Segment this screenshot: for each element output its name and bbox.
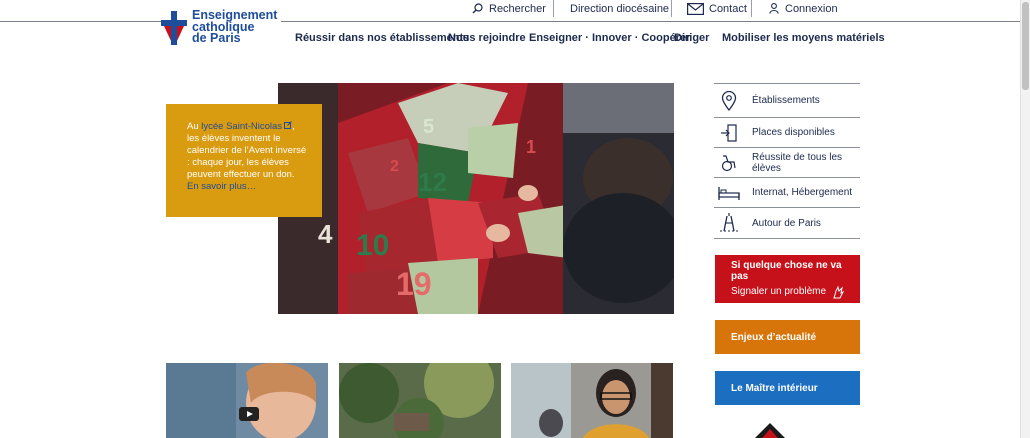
svg-text:10: 10 (356, 229, 389, 262)
topbar-separator (671, 0, 672, 17)
report-subline: Signaler un problème (731, 285, 860, 299)
sidebar-item-reussite[interactable]: Réussite de tous les élèves (714, 147, 860, 177)
sidebar-item-internat[interactable]: Internat, Hébergement (714, 177, 860, 207)
header-divider (0, 21, 1020, 22)
login-link[interactable]: Connexion (769, 0, 838, 17)
envelope-icon (687, 2, 704, 15)
report-title: Si quelque chose ne va pas (731, 259, 842, 282)
topbar-separator (553, 0, 554, 17)
login-label: Connexion (785, 2, 838, 15)
nav-item-mobiliser[interactable]: Mobiliser les moyens matériels (722, 32, 885, 44)
contact-link[interactable]: Contact (687, 0, 747, 17)
news-card-2[interactable] (339, 363, 501, 438)
svg-text:4: 4 (318, 219, 333, 249)
sidebar-item-label: Places disponibles (752, 127, 835, 138)
external-link-icon (284, 121, 292, 129)
advent-calendar-photo: 5 2 12 4 10 19 1 (278, 83, 674, 314)
svg-text:5: 5 (423, 116, 434, 138)
nav-item-reussir[interactable]: Réussir dans nos établissements (295, 32, 469, 44)
scrollbar[interactable] (1020, 0, 1030, 438)
scrollbar-thumb[interactable] (1022, 2, 1029, 90)
quick-links: Établissements Places disponibles Réussi… (714, 83, 860, 239)
hero-image[interactable]: 5 2 12 4 10 19 1 (278, 83, 674, 314)
logo-cross-icon (161, 11, 187, 45)
play-video-icon[interactable] (239, 407, 259, 421)
sidebar-item-etablissements[interactable]: Établissements (714, 83, 860, 117)
contact-label: Contact (709, 2, 747, 15)
news-button[interactable]: Enjeux d’actualité (715, 320, 860, 354)
brand-line-3: de Paris (192, 31, 241, 45)
svg-text:2: 2 (390, 158, 399, 175)
read-more-link[interactable]: En savoir plus… (187, 181, 256, 192)
nav-item-diriger[interactable]: Diriger (674, 32, 709, 44)
svg-text:1: 1 (526, 137, 536, 157)
hand-icon (833, 285, 845, 298)
sidebar-item-label: Établissements (752, 95, 820, 106)
maitre-interieur-button[interactable]: Le Maître intérieur (715, 371, 860, 405)
search-icon (472, 3, 483, 14)
card-photo-woman (511, 363, 673, 438)
topbar-separator (751, 0, 752, 17)
door-enter-icon (718, 122, 740, 144)
report-sub-label: Signaler un problème (731, 286, 827, 297)
svg-text:19: 19 (396, 266, 432, 302)
svg-text:12: 12 (418, 167, 447, 197)
news-card-3[interactable] (511, 363, 673, 438)
sidebar-item-places[interactable]: Places disponibles (714, 117, 860, 147)
sidebar-item-label: Autour de Paris (752, 217, 821, 229)
site-logo[interactable]: Enseignement catholique de Paris (161, 9, 281, 46)
lycee-link[interactable]: lycée Saint-Nicolas (201, 121, 292, 132)
search-link[interactable]: Rechercher (472, 0, 546, 17)
bed-icon (718, 182, 740, 204)
nav-item-enseigner[interactable]: Enseigner · Innover · Coopérer (529, 32, 690, 44)
hero-caption: Au lycée Saint-Nicolas, les élèves inven… (166, 104, 322, 217)
nav-item-rejoindre[interactable]: Nous rejoindre (448, 32, 526, 44)
direction-link[interactable]: Direction diocésaine (570, 0, 669, 17)
card-photo-child (166, 363, 328, 438)
partner-logo[interactable] (750, 423, 790, 438)
lycee-link-text: lycée Saint-Nicolas (201, 121, 283, 132)
eiffel-tower-icon (718, 212, 740, 234)
caption-prefix: Au (187, 121, 202, 132)
brand-name: Enseignement catholique de Paris (192, 9, 277, 45)
direction-label: Direction diocésaine (570, 2, 670, 15)
news-label: Enjeux d’actualité (731, 331, 817, 343)
report-problem-button[interactable]: Si quelque chose ne va pas Signaler un p… (715, 255, 860, 303)
maitre-label: Le Maître intérieur (731, 382, 818, 394)
user-icon (769, 3, 779, 14)
sidebar-item-autour[interactable]: Autour de Paris (714, 207, 860, 239)
sidebar-item-label: Internat, Hébergement (752, 187, 853, 198)
news-card-1[interactable] (166, 363, 328, 438)
map-pin-icon (718, 90, 740, 112)
wheelchair-icon (718, 152, 740, 174)
sidebar-item-label: Réussite de tous les élèves (752, 151, 843, 174)
search-label: Rechercher (489, 2, 546, 15)
card-photo-garden (339, 363, 501, 438)
